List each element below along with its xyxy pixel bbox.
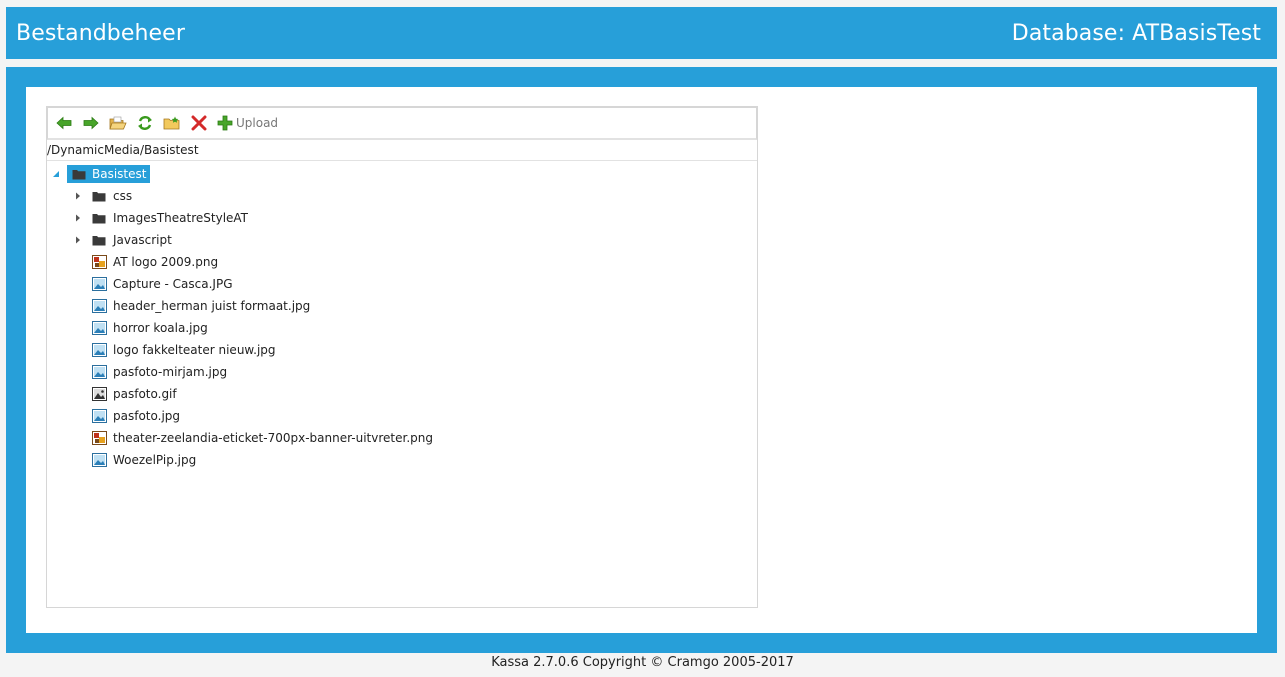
gif-image-icon (91, 387, 107, 401)
folder-icon (92, 235, 106, 245)
file-name: pasfoto-mirjam.jpg (113, 365, 228, 379)
jpg-image-icon (91, 343, 107, 357)
database-label: Database: ATBasisTest (1011, 20, 1261, 46)
tree-file[interactable]: WoezelPip.jpg (47, 449, 757, 471)
file-name: theater-zeelandia-eticket-700px-banner-u… (113, 431, 433, 445)
tree-file[interactable]: horror koala.jpg (47, 317, 757, 339)
tree-file[interactable]: logo fakkelteater nieuw.jpg (47, 339, 757, 361)
content-frame: Upload /DynamicMedia/Basistest Basistest (6, 67, 1277, 653)
folder-name: ImagesTheatreStyleAT (113, 211, 249, 225)
folder-icon (72, 169, 86, 179)
upload-label: Upload (236, 116, 279, 130)
open-folder-button[interactable] (109, 114, 127, 132)
tree-folder-javascript[interactable]: Javascript (47, 229, 757, 251)
file-name: Capture - Casca.JPG (113, 277, 233, 291)
tree-root[interactable]: Basistest (47, 163, 757, 185)
jpg-image-icon (91, 277, 107, 291)
delete-icon (191, 115, 207, 131)
file-name: pasfoto.jpg (113, 409, 181, 423)
file-name: WoezelPip.jpg (113, 453, 197, 467)
collapsed-arrow-icon[interactable] (73, 213, 83, 223)
current-path: /DynamicMedia/Basistest (47, 140, 757, 161)
file-explorer: Upload /DynamicMedia/Basistest Basistest (46, 106, 758, 608)
file-name: pasfoto.gif (113, 387, 177, 401)
file-name: header_herman juist formaat.jpg (113, 299, 311, 313)
jpg-image-icon (91, 453, 107, 467)
tree-root-label[interactable]: Basistest (67, 165, 151, 183)
file-name: logo fakkelteater nieuw.jpg (113, 343, 276, 357)
folder-icon (92, 191, 106, 201)
folder-name: css (113, 189, 133, 203)
file-name: horror koala.jpg (113, 321, 208, 335)
root-folder-name: Basistest (92, 167, 147, 181)
folder-icon (92, 213, 106, 223)
footer-copyright: Kassa 2.7.0.6 Copyright © Cramgo 2005-20… (491, 655, 794, 670)
tree-file[interactable]: pasfoto.gif (47, 383, 757, 405)
tree-folder-css[interactable]: css (47, 185, 757, 207)
delete-button[interactable] (190, 114, 208, 132)
folder-name: Javascript (113, 233, 172, 247)
forward-icon (83, 116, 99, 130)
jpg-image-icon (91, 299, 107, 313)
collapsed-arrow-icon[interactable] (73, 191, 83, 201)
collapsed-arrow-icon[interactable] (73, 235, 83, 245)
jpg-image-icon (91, 409, 107, 423)
refresh-icon (138, 116, 152, 130)
tree-file[interactable]: AT logo 2009.png (47, 251, 757, 273)
file-name: AT logo 2009.png (113, 255, 219, 269)
forward-button[interactable] (82, 114, 100, 132)
tree-file[interactable]: pasfoto-mirjam.jpg (47, 361, 757, 383)
app-header: Bestandbeheer Database: ATBasisTest (6, 7, 1277, 59)
content-panel: Upload /DynamicMedia/Basistest Basistest (26, 87, 1257, 633)
back-button[interactable] (55, 114, 73, 132)
open-folder-icon (109, 116, 127, 129)
tree-file[interactable]: pasfoto.jpg (47, 405, 757, 427)
file-tree: Basistest css ImagesTheatreStyleAT Javas… (47, 161, 757, 471)
back-icon (56, 116, 72, 130)
new-folder-icon (163, 116, 180, 129)
png-image-icon (91, 255, 107, 269)
page-title: Bestandbeheer (16, 20, 185, 46)
upload-button[interactable]: Upload (217, 115, 278, 131)
explorer-toolbar: Upload (47, 107, 757, 140)
tree-folder-images[interactable]: ImagesTheatreStyleAT (47, 207, 757, 229)
png-image-icon (91, 431, 107, 445)
plus-icon (217, 115, 233, 131)
refresh-button[interactable] (136, 114, 154, 132)
tree-file[interactable]: Capture - Casca.JPG (47, 273, 757, 295)
jpg-image-icon (91, 321, 107, 335)
expanded-arrow-icon[interactable] (51, 169, 61, 179)
tree-file[interactable]: header_herman juist formaat.jpg (47, 295, 757, 317)
tree-file[interactable]: theater-zeelandia-eticket-700px-banner-u… (47, 427, 757, 449)
new-folder-button[interactable] (163, 114, 181, 132)
jpg-image-icon (91, 365, 107, 379)
